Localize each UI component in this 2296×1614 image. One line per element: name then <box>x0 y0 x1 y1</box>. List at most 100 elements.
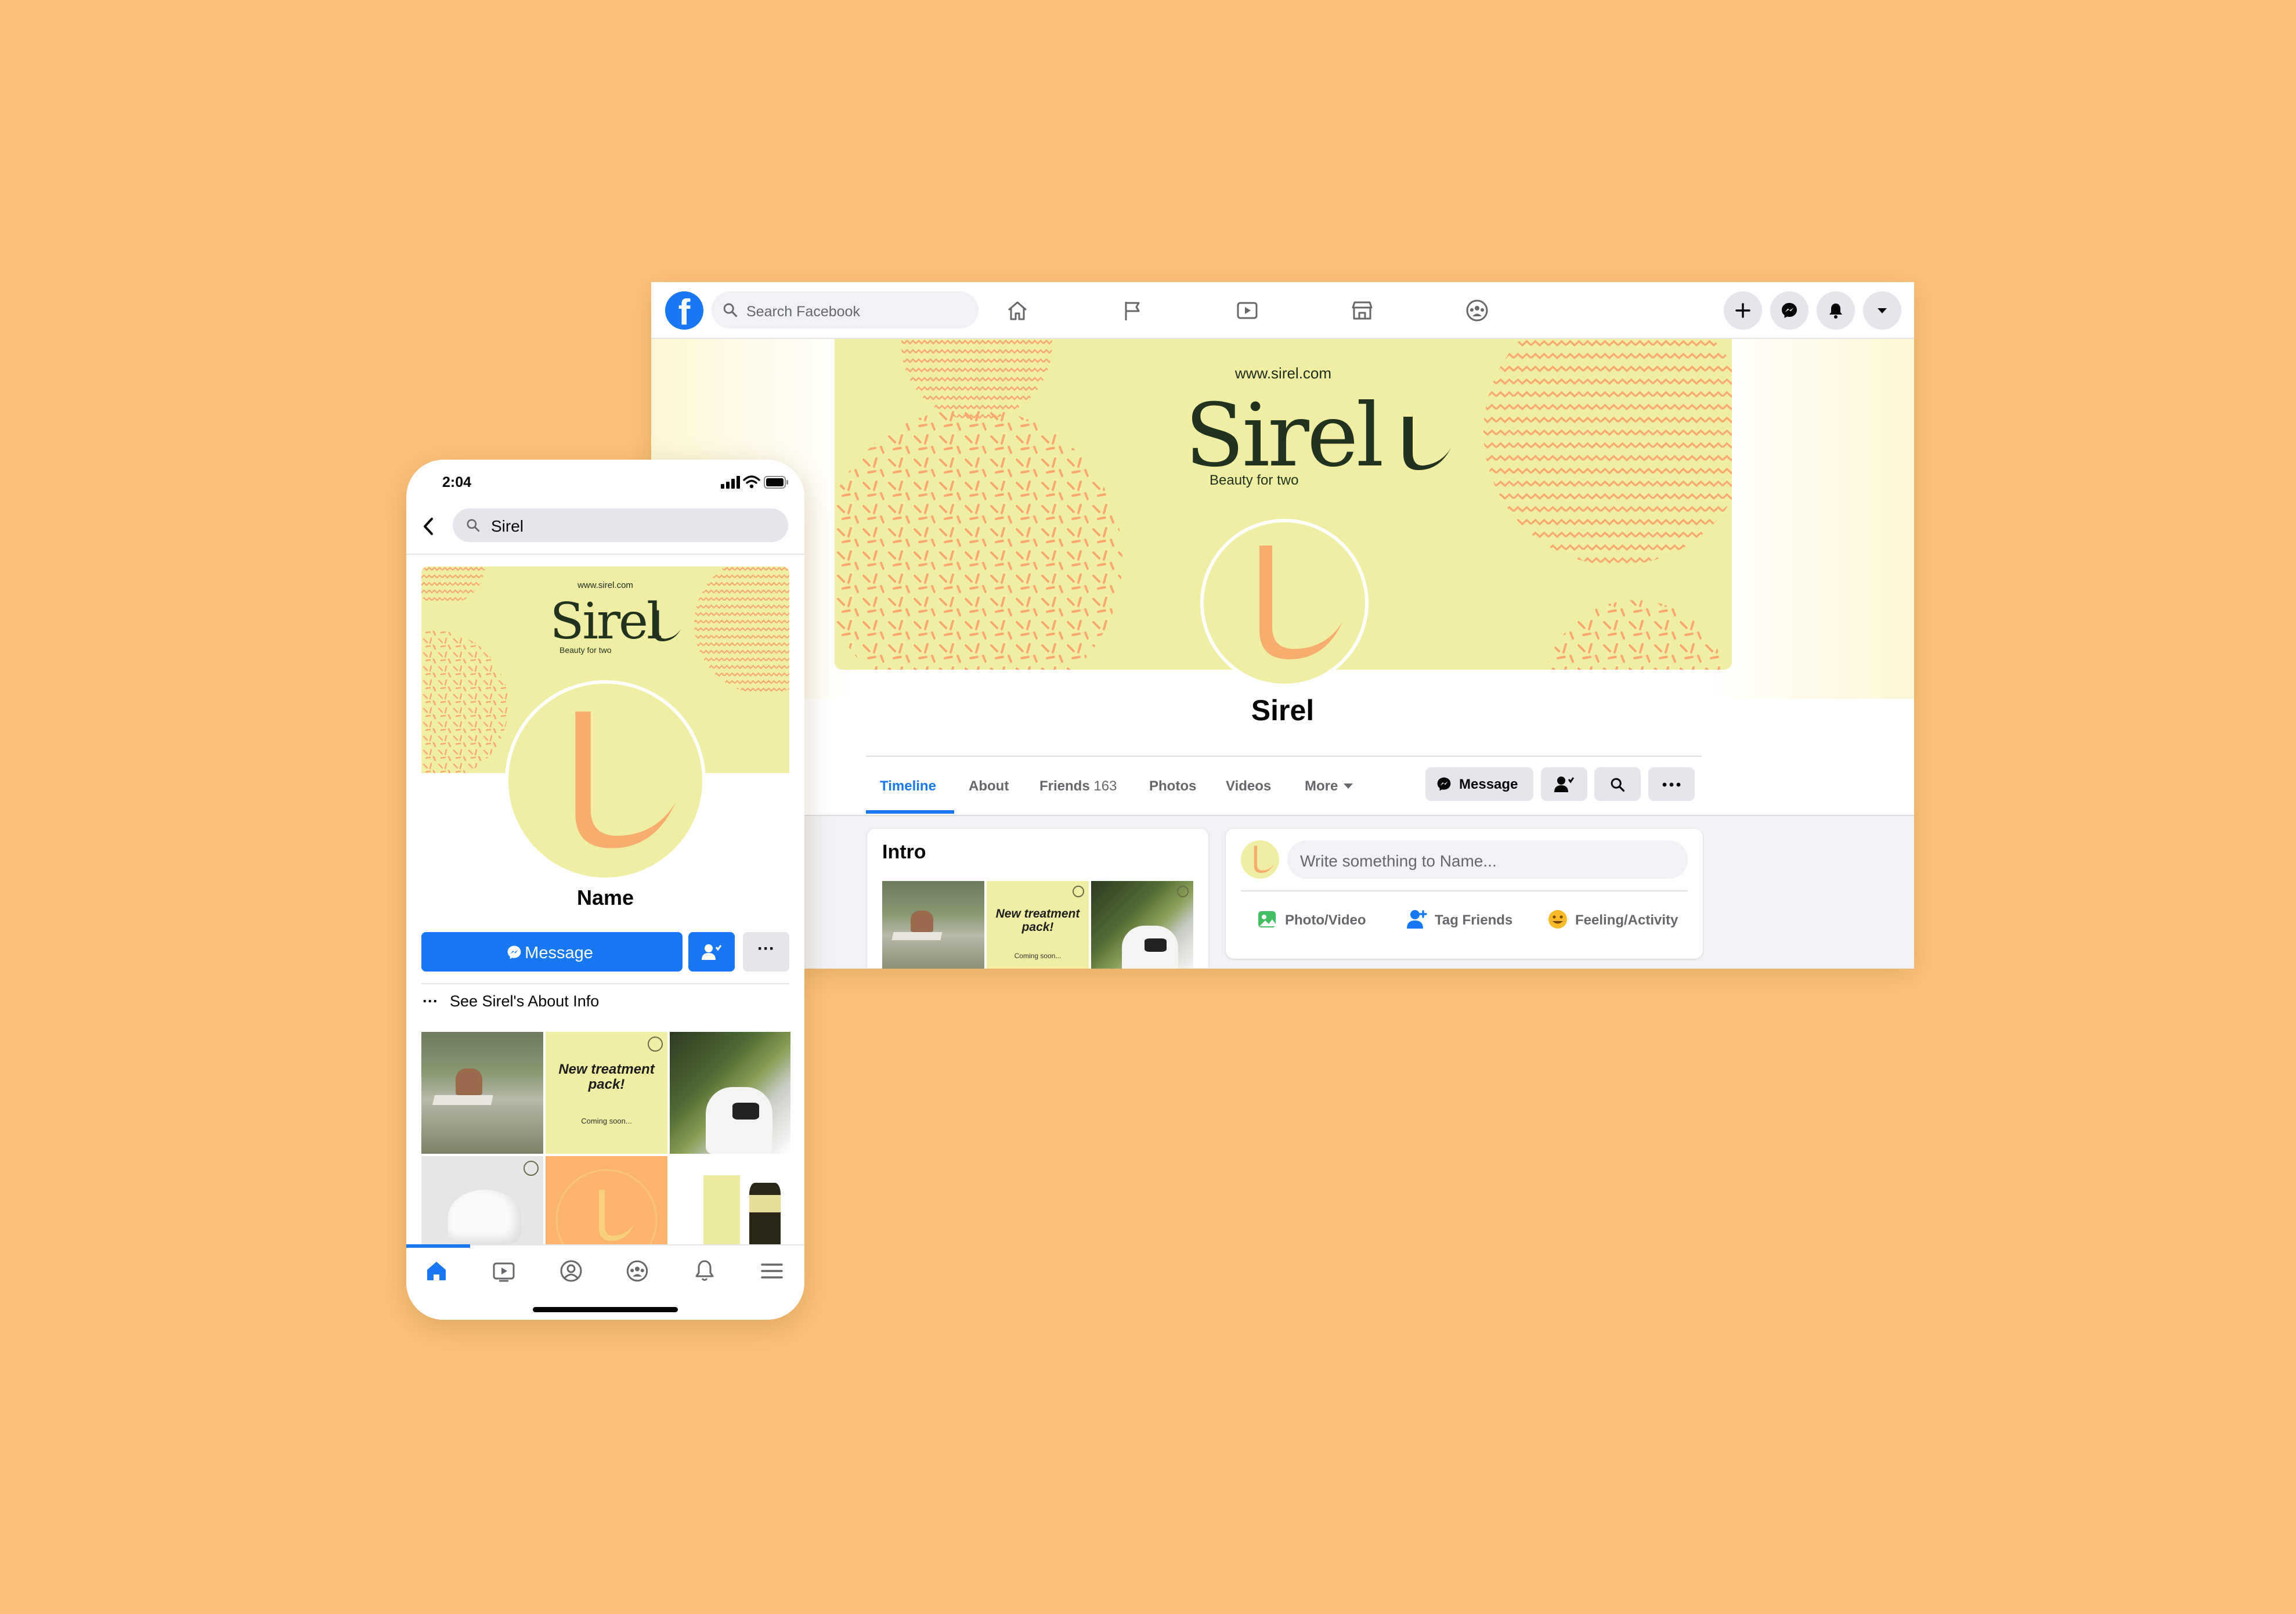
brand-badge-graphic <box>555 1169 658 1244</box>
messenger-icon <box>1782 303 1797 318</box>
divider <box>1241 890 1688 891</box>
tag-friends-icon <box>1407 910 1427 929</box>
message-button-label: Message <box>525 944 593 962</box>
groups-icon[interactable] <box>1463 296 1492 325</box>
messenger-button[interactable] <box>1770 291 1808 330</box>
promo-thumbnail[interactable]: New treatment pack! Coming soon... <box>987 881 1089 969</box>
search-input[interactable]: Search Facebook <box>712 291 979 328</box>
signal-icon <box>721 476 740 489</box>
more-options-button[interactable]: ··· <box>743 932 789 972</box>
top-navigation-bar: f Search Facebook <box>651 282 1914 339</box>
profile-avatar[interactable] <box>1200 519 1369 687</box>
bell-icon[interactable] <box>692 1258 717 1284</box>
watch-icon[interactable] <box>1233 296 1262 325</box>
more-options-button[interactable] <box>1648 767 1695 801</box>
tab-more-label: More <box>1305 778 1338 794</box>
smiley-icon <box>1548 910 1567 929</box>
search-value: Sirel <box>491 517 524 535</box>
divider <box>406 554 804 555</box>
promo-title: New treatment pack! <box>995 907 1080 934</box>
watch-icon[interactable] <box>491 1258 517 1284</box>
follow-button[interactable] <box>1541 767 1587 801</box>
product-thumbnail[interactable] <box>670 1156 790 1244</box>
intro-card: Intro New treatment pack! Coming soon... <box>867 829 1208 969</box>
messenger-icon <box>1437 777 1451 791</box>
feeling-activity-label: Feeling/Activity <box>1575 912 1678 928</box>
cover-url-text: www.sirel.com <box>1234 364 1332 382</box>
search-icon <box>1611 778 1625 792</box>
composer-card: Write something to Name... Photo/Video T… <box>1226 829 1703 959</box>
notifications-button[interactable] <box>1817 291 1855 330</box>
composer-input[interactable]: Write something to Name... <box>1287 840 1688 879</box>
composer-avatar <box>1241 840 1279 879</box>
tab-photos[interactable]: Photos <box>1149 778 1196 795</box>
active-tab-indicator <box>406 1244 470 1248</box>
add-friend-icon <box>1554 777 1575 792</box>
photo-thumbnail[interactable] <box>421 1032 543 1154</box>
account-menu-button[interactable] <box>1863 291 1901 330</box>
brand-logo-text: Sirel <box>550 593 663 651</box>
photo-thumbnail[interactable] <box>882 881 984 969</box>
brand-tagline: Beauty for two <box>559 645 612 655</box>
about-link-label: See Sirel's About Info <box>449 992 600 1010</box>
brand-logo-text: Sirel <box>1185 385 1384 486</box>
home-icon[interactable] <box>1003 296 1032 325</box>
promo-subtitle: Coming soon... <box>581 1117 632 1125</box>
photo-thumbnail[interactable] <box>1091 881 1193 969</box>
marketplace-icon[interactable] <box>1348 296 1377 325</box>
tab-timeline[interactable]: Timeline <box>880 778 936 795</box>
intro-title: Intro <box>882 841 926 863</box>
search-input[interactable]: Sirel <box>453 508 788 542</box>
message-button-label: Message <box>1459 777 1518 792</box>
brand-leaf-icon <box>654 610 681 642</box>
chevron-down-icon <box>1878 308 1887 313</box>
bell-icon <box>1829 304 1842 319</box>
tag-friends-button[interactable]: Tag Friends <box>1406 907 1528 936</box>
cover-url-text: www.sirel.com <box>577 580 633 590</box>
profile-name: Name <box>576 886 634 909</box>
photo-thumbnail[interactable] <box>670 1032 790 1154</box>
promo-thumbnail[interactable]: New treatment pack! Coming soon... <box>546 1032 667 1154</box>
tab-about[interactable]: About <box>969 778 1009 795</box>
composer-placeholder: Write something to Name... <box>1300 852 1497 870</box>
promo-subtitle: Coming soon... <box>1014 952 1062 960</box>
tab-friends[interactable]: Friends 163 <box>1039 778 1117 795</box>
profile-avatar[interactable] <box>505 680 706 881</box>
photo-video-button[interactable]: Photo/Video <box>1256 907 1378 936</box>
tab-more[interactable]: More <box>1305 778 1353 795</box>
divider <box>421 983 789 984</box>
photo-thumbnail[interactable] <box>421 1156 543 1244</box>
facebook-logo-icon[interactable]: f <box>665 291 703 330</box>
brand-leaf-icon <box>1403 417 1451 470</box>
back-arrow-icon[interactable] <box>421 517 435 536</box>
profile-icon[interactable] <box>558 1258 584 1284</box>
follow-button[interactable] <box>688 932 735 972</box>
search-page-button[interactable] <box>1594 767 1641 801</box>
battery-icon <box>764 476 788 489</box>
tab-videos[interactable]: Videos <box>1226 778 1271 795</box>
message-button[interactable]: Message <box>421 932 683 972</box>
divider <box>866 756 1702 757</box>
badge-thumbnail[interactable] <box>546 1156 667 1244</box>
search-icon <box>723 303 738 317</box>
feeling-activity-button[interactable]: Feeling/Activity <box>1546 907 1691 936</box>
plus-icon <box>1735 303 1750 318</box>
flag-icon[interactable] <box>1118 296 1147 325</box>
home-icon[interactable] <box>424 1258 449 1284</box>
brand-leaf-icon <box>575 712 676 848</box>
see-about-info-link[interactable]: ··· See Sirel's About Info <box>423 992 599 1010</box>
wifi-icon <box>743 475 760 489</box>
brand-leaf-icon <box>1254 846 1274 873</box>
status-bar-time: 2:04 <box>442 474 472 490</box>
ellipsis-icon: ··· <box>423 992 438 1010</box>
caret-down-icon <box>1344 783 1353 789</box>
cover-glow-right <box>1705 339 1914 699</box>
message-button[interactable]: Message <box>1425 767 1533 801</box>
create-button[interactable] <box>1724 291 1762 330</box>
add-friend-icon <box>702 944 722 960</box>
groups-icon[interactable] <box>624 1258 650 1284</box>
menu-icon[interactable] <box>759 1258 785 1284</box>
ellipsis-icon <box>1662 782 1681 787</box>
brand-leaf-icon <box>1259 546 1343 659</box>
search-placeholder: Search Facebook <box>746 304 860 320</box>
